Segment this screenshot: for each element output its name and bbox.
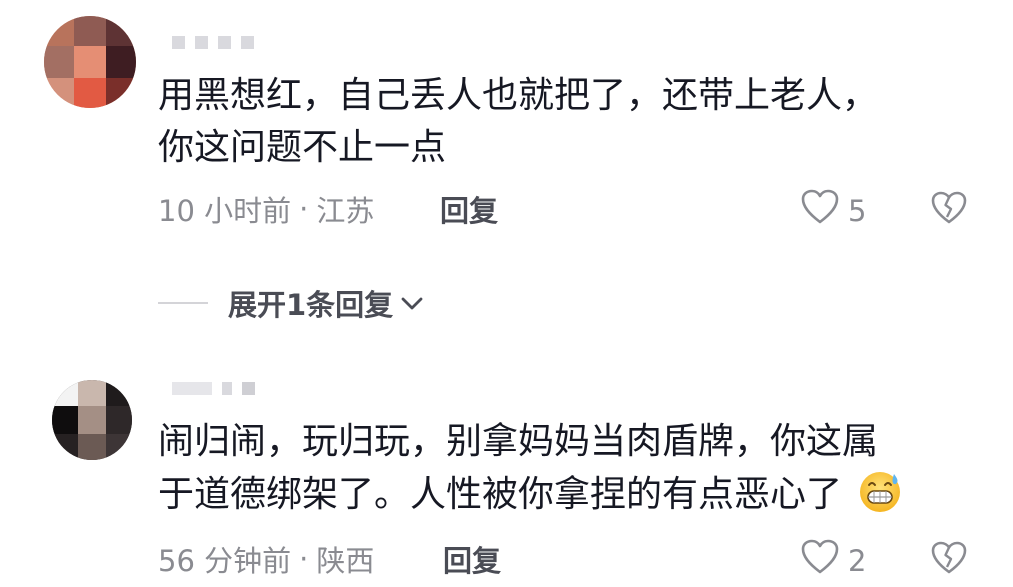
- comment-text: 用黑想红，自己丢人也就把了，还带上老人， 你这问题不止一点: [158, 70, 958, 174]
- comment-meta: 10 小时前 · 江苏: [158, 188, 374, 230]
- comment-text-line: 用黑想红，自己丢人也就把了，还带上老人，: [158, 75, 879, 116]
- comment-meta: 56 分钟前 · 陕西: [158, 538, 374, 580]
- like-count: 2: [848, 543, 867, 578]
- reply-button[interactable]: 回复: [440, 188, 498, 230]
- timestamp: 56 分钟前: [158, 544, 292, 578]
- like-button[interactable]: 2: [800, 538, 866, 583]
- reply-button[interactable]: 回复: [443, 538, 501, 580]
- like-button[interactable]: 5: [800, 188, 866, 233]
- broken-heart-icon: [930, 191, 968, 230]
- comment-text-line: 于道德绑架了。人性被你拿捏的有点恶心了: [158, 468, 958, 529]
- expand-replies-label: 展开1条回复: [228, 288, 394, 322]
- comment-text-line: 闹归闹，玩归玩，别拿妈妈当肉盾牌，你这属: [158, 421, 879, 462]
- username-blurred[interactable]: [172, 382, 255, 395]
- broken-heart-icon: [930, 541, 968, 580]
- avatar[interactable]: [52, 380, 132, 460]
- comment-text-line: 你这问题不止一点: [158, 127, 447, 168]
- avatar[interactable]: [44, 16, 136, 108]
- location: 江苏: [316, 194, 375, 228]
- separator-dot: ·: [299, 542, 309, 576]
- location: 陕西: [316, 544, 375, 578]
- comment-text-fragment: 于道德绑架了。人性被你拿捏的有点恶心了: [158, 474, 843, 515]
- like-count: 5: [848, 193, 867, 228]
- divider-line: [158, 302, 208, 304]
- chevron-down-icon: [399, 293, 425, 313]
- dislike-button[interactable]: [930, 540, 968, 580]
- comment-text: 闹归闹，玩归玩，别拿妈妈当肉盾牌，你这属 于道德绑架了。人性被你拿捏的有点恶心了: [158, 416, 958, 529]
- expand-replies-button[interactable]: 展开1条回复: [158, 282, 425, 324]
- dislike-button[interactable]: [930, 190, 968, 230]
- heart-outline-icon: [800, 538, 840, 583]
- separator-dot: ·: [299, 192, 309, 226]
- heart-outline-icon: [800, 188, 840, 233]
- timestamp: 10 小时前: [158, 194, 292, 228]
- grinning-sweat-emoji-icon: [857, 468, 903, 529]
- username-blurred[interactable]: [172, 36, 254, 49]
